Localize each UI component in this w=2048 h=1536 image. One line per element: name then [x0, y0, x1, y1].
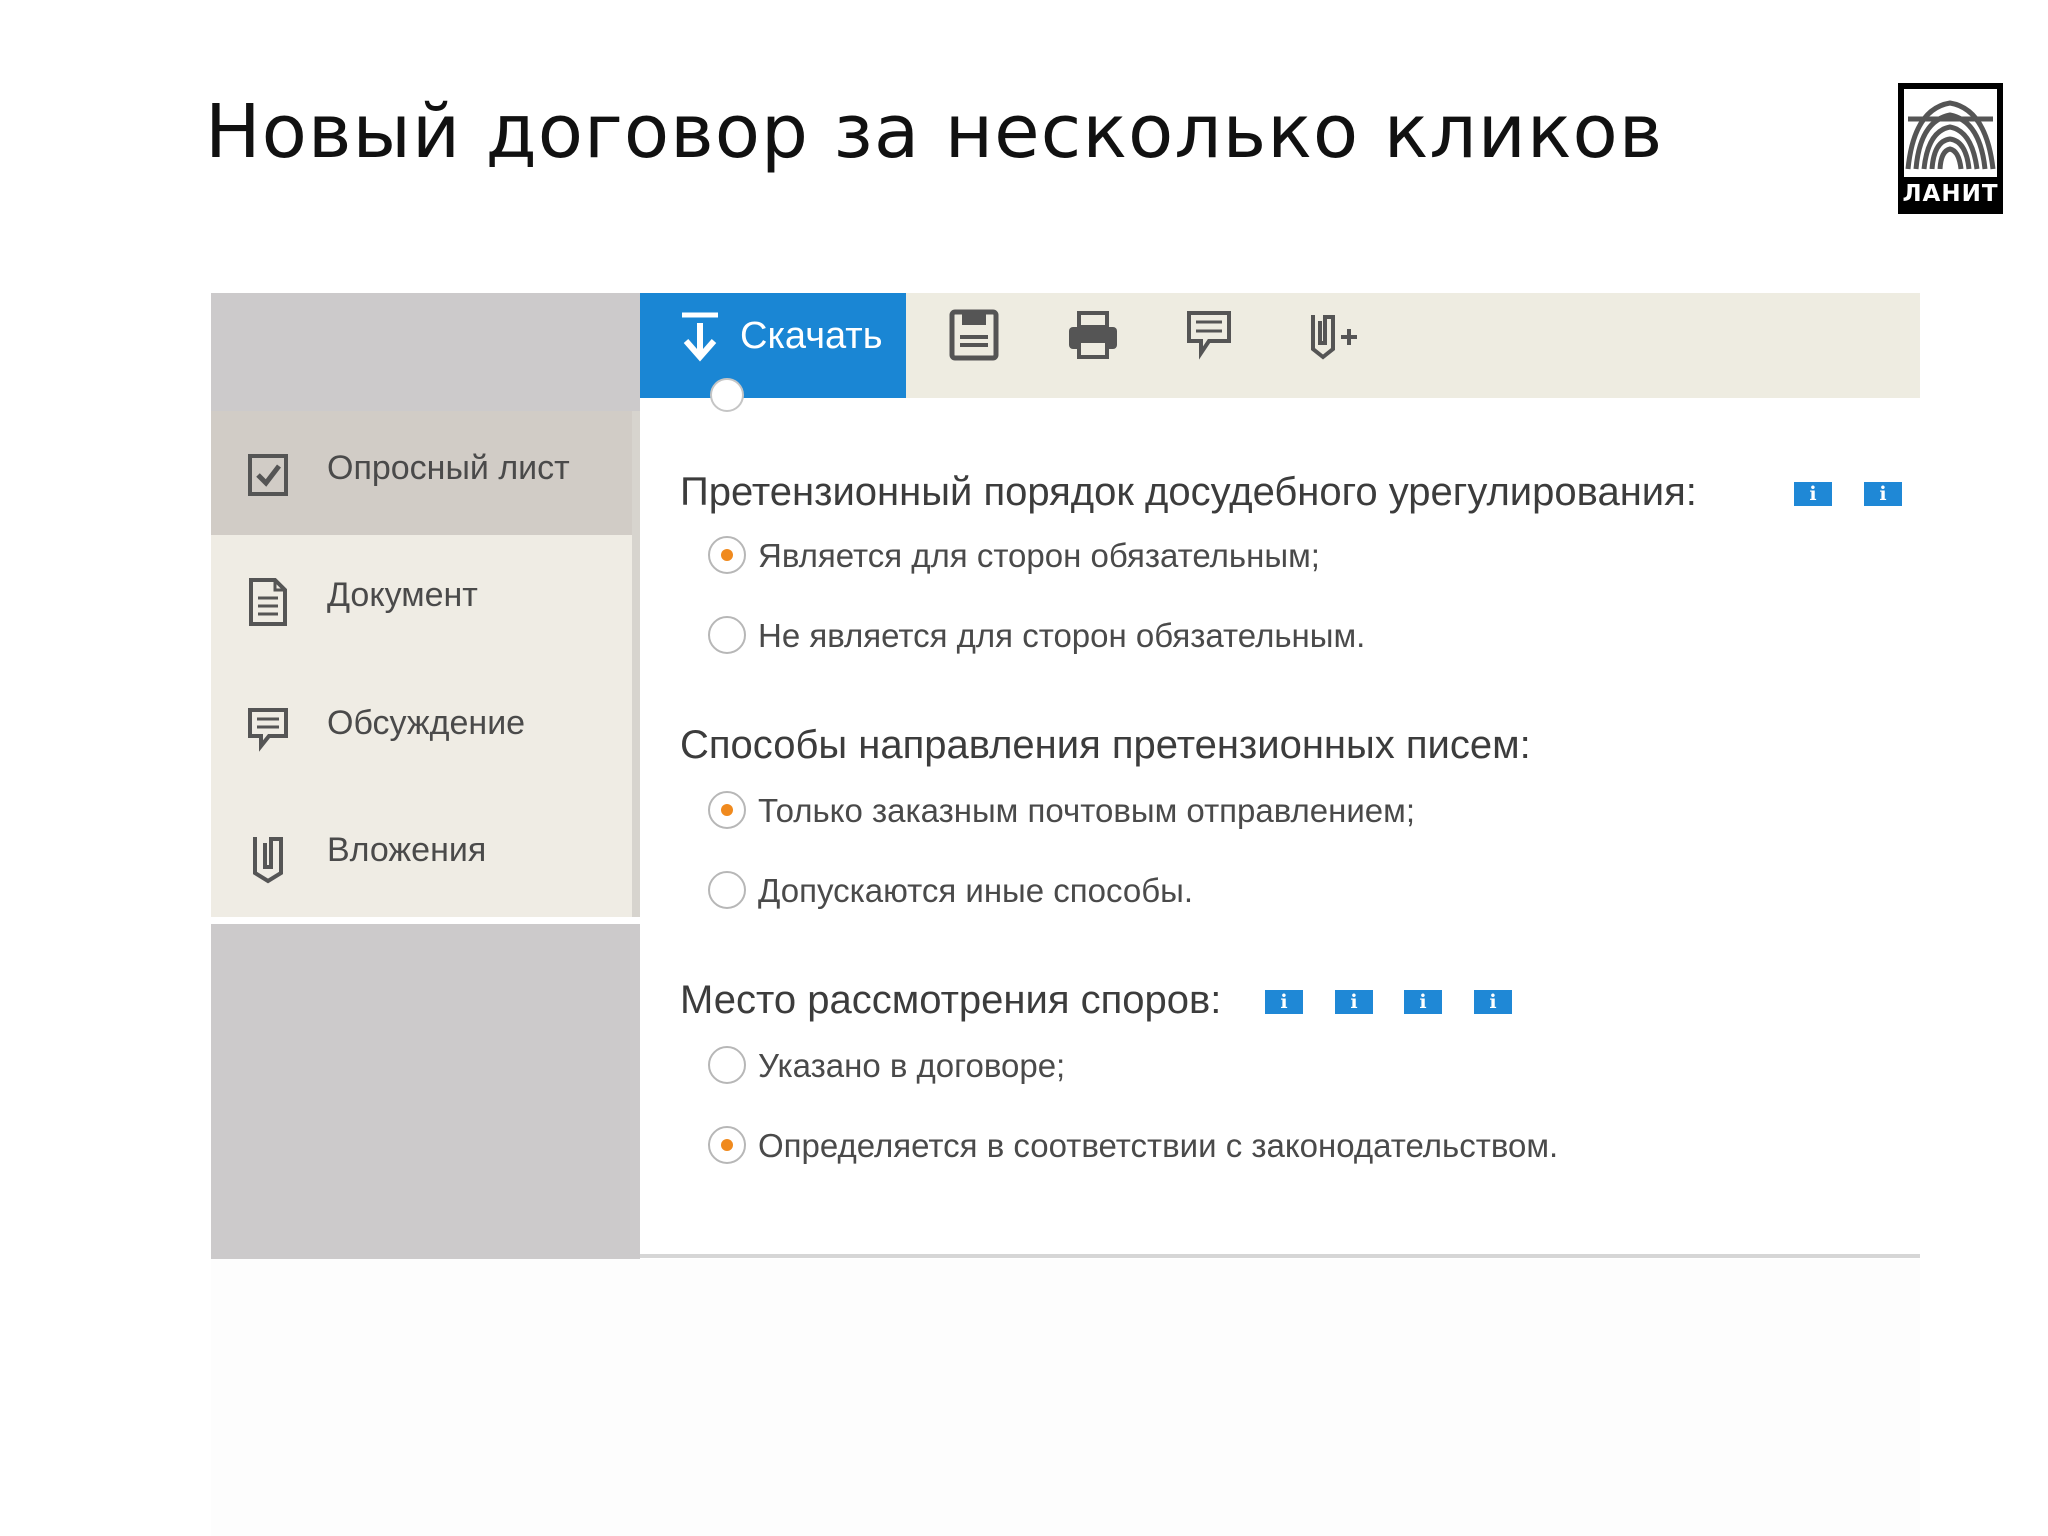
sidebar-footer — [211, 924, 640, 1259]
option-label: Только заказным почтовым отправлением; — [758, 792, 1416, 829]
sidebar-item-label: Вложения — [327, 831, 487, 869]
info-icon[interactable]: i — [1335, 990, 1373, 1014]
logo-text: ЛАНИТ — [1902, 181, 1999, 207]
questionnaire-form: Претензионный порядок досудебного урегул… — [640, 378, 1920, 1254]
radio-button-selected[interactable] — [708, 1126, 746, 1164]
sidebar-header — [211, 293, 640, 411]
option-label: Не является для сторон обязательным. — [758, 617, 1366, 654]
radio-button[interactable] — [708, 1046, 746, 1084]
sidebar-item-label: Опросный лист — [327, 449, 570, 487]
download-button[interactable]: Скачать — [640, 293, 906, 398]
radio-button[interactable] — [708, 616, 746, 654]
download-label: Скачать — [740, 315, 883, 357]
option-label: Является для сторон обязательным; — [758, 537, 1320, 574]
sidebar-item-attachments[interactable]: Вложения — [211, 793, 632, 917]
sidebar-item-document[interactable]: Документ — [211, 538, 632, 662]
info-icon[interactable]: i — [1474, 990, 1512, 1014]
radio-button[interactable] — [708, 871, 746, 909]
sidebar-item-questionnaire[interactable]: Опросный лист — [211, 411, 632, 535]
paperclip-icon — [247, 833, 291, 884]
option-label: Указано в договоре; — [758, 1047, 1066, 1084]
background-area — [211, 1259, 1920, 1536]
radio-button-selected[interactable] — [708, 791, 746, 829]
comment-icon — [247, 706, 291, 754]
section-title: Способы направления претензионных писем: — [680, 723, 1531, 767]
comment-icon[interactable] — [1183, 307, 1239, 363]
info-icon[interactable]: i — [1404, 990, 1442, 1014]
contract-app-window: Опросный лист Документ Обсуждение Вложен… — [211, 293, 1920, 1259]
download-icon — [682, 312, 718, 362]
lanit-logo: ЛАНИТ — [1898, 83, 2003, 214]
option-label: Определяется в соответствии с законодате… — [758, 1127, 1559, 1164]
checkbox-icon — [247, 451, 291, 499]
info-icon[interactable]: i — [1864, 482, 1902, 506]
sidebar-item-label: Документ — [327, 576, 478, 614]
toolbar: Скачать — [640, 293, 1920, 398]
document-icon — [247, 578, 291, 626]
logo-emblem — [1904, 89, 1997, 177]
divider — [640, 1254, 1920, 1258]
print-icon[interactable] — [1065, 307, 1121, 363]
section-title: Претензионный порядок досудебного урегул… — [680, 470, 1697, 514]
sidebar-item-label: Обсуждение — [327, 704, 526, 742]
section-title: Место рассмотрения споров: — [680, 978, 1222, 1022]
slide-title: Новый договор за несколько кликов — [205, 89, 1664, 175]
info-icon[interactable]: i — [1794, 482, 1832, 506]
attach-add-icon[interactable] — [1305, 307, 1361, 363]
option-label: Допускаются иные способы. — [758, 872, 1194, 909]
save-icon[interactable] — [947, 307, 1003, 363]
sidebar-item-discussion[interactable]: Обсуждение — [211, 666, 632, 790]
sidebar: Опросный лист Документ Обсуждение Вложен… — [211, 411, 640, 917]
radio-button[interactable] — [710, 378, 744, 412]
info-icon[interactable]: i — [1265, 990, 1303, 1014]
radio-button-selected[interactable] — [708, 536, 746, 574]
